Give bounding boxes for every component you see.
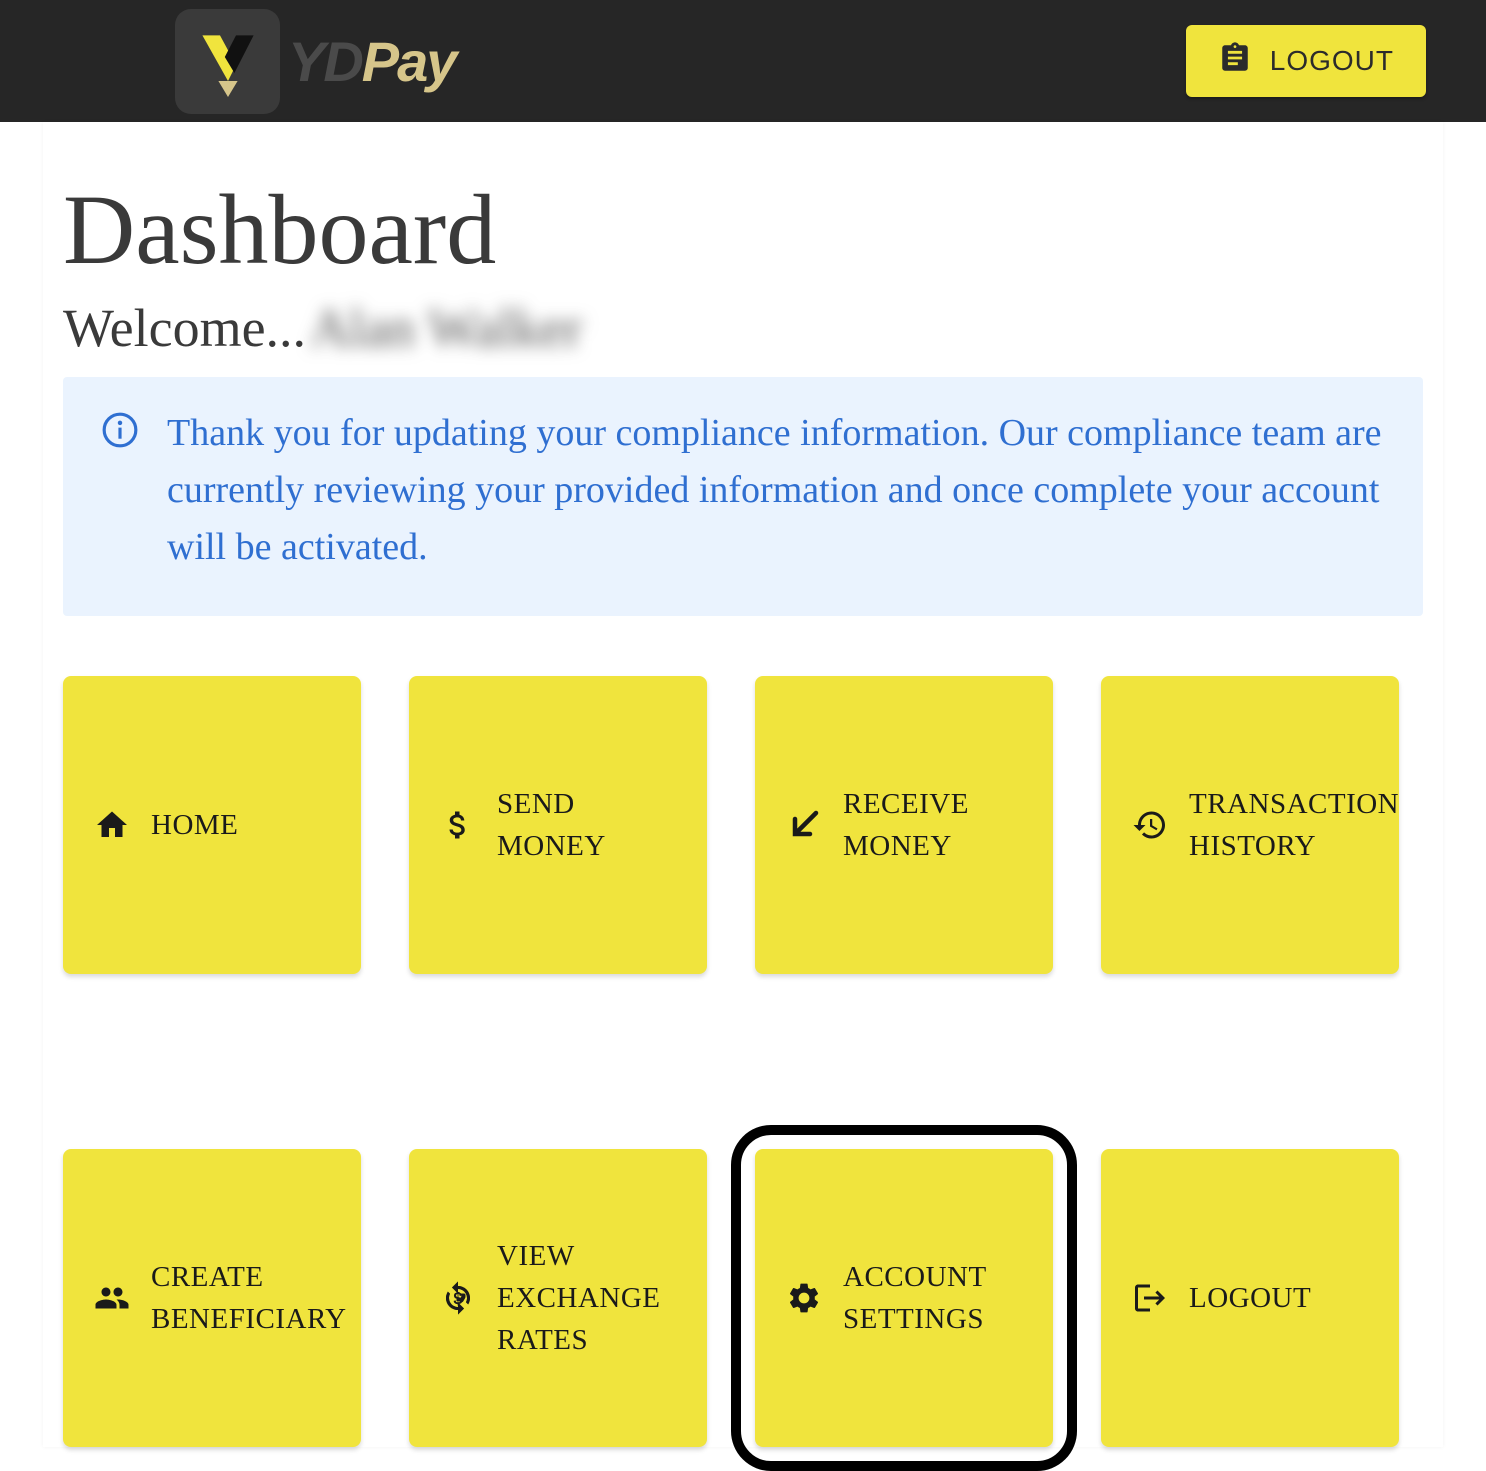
info-alert: Thank you for updating your compliance i… <box>63 377 1423 616</box>
tile-transaction-history[interactable]: TRANSACTION HISTORY <box>1101 676 1399 974</box>
info-icon <box>101 411 139 576</box>
tile-create-beneficiary[interactable]: CREATE BENEFICIARY <box>63 1149 361 1447</box>
gear-icon <box>785 1279 823 1317</box>
tile-label: LOGOUT <box>1189 1277 1311 1319</box>
top-bar: YDPay LOGOUT <box>0 0 1486 122</box>
home-icon <box>93 806 131 844</box>
tile-receive-money[interactable]: RECEIVE MONEY <box>755 676 1053 974</box>
history-icon <box>1131 806 1169 844</box>
alert-message: Thank you for updating your compliance i… <box>167 405 1383 576</box>
brand-wordmark: YDPay <box>288 29 455 94</box>
logout-icon <box>1131 1279 1169 1317</box>
arrow-down-left-icon <box>785 806 823 844</box>
tile-label: TRANSACTION HISTORY <box>1189 783 1399 867</box>
brand-mark <box>175 9 280 114</box>
tile-label: HOME <box>151 804 238 846</box>
tile-logout[interactable]: LOGOUT <box>1101 1149 1399 1447</box>
tiles-grid: HOME SEND MONEY RECEIVE MONEY TRANSACTIO… <box>63 676 1423 1447</box>
welcome-prefix: Welcome... <box>63 297 306 359</box>
page-content: Dashboard Welcome... Alan Walker Thank y… <box>43 122 1443 1447</box>
header-logout-label: LOGOUT <box>1270 45 1394 77</box>
tile-view-exchange-rates[interactable]: VIEW EXCHANGE RATES <box>409 1149 707 1447</box>
tile-account-settings[interactable]: ACCOUNT SETTINGS <box>755 1149 1053 1447</box>
tile-label: ACCOUNT SETTINGS <box>843 1256 1023 1340</box>
tile-home[interactable]: HOME <box>63 676 361 974</box>
clipboard-icon <box>1218 41 1252 82</box>
welcome-user-name: Alan Walker <box>310 297 582 359</box>
exchange-icon <box>439 1279 477 1317</box>
tile-label: RECEIVE MONEY <box>843 783 1023 867</box>
page-title: Dashboard <box>63 172 1423 287</box>
tile-label: SEND MONEY <box>497 783 677 867</box>
brand-logo[interactable]: YDPay <box>175 9 455 114</box>
tile-label: VIEW EXCHANGE RATES <box>497 1235 677 1361</box>
header-logout-button[interactable]: LOGOUT <box>1186 25 1426 97</box>
welcome-line: Welcome... Alan Walker <box>63 297 1423 359</box>
tile-label: CREATE BENEFICIARY <box>151 1256 347 1340</box>
people-icon <box>93 1279 131 1317</box>
dollar-icon <box>439 806 477 844</box>
tile-send-money[interactable]: SEND MONEY <box>409 676 707 974</box>
